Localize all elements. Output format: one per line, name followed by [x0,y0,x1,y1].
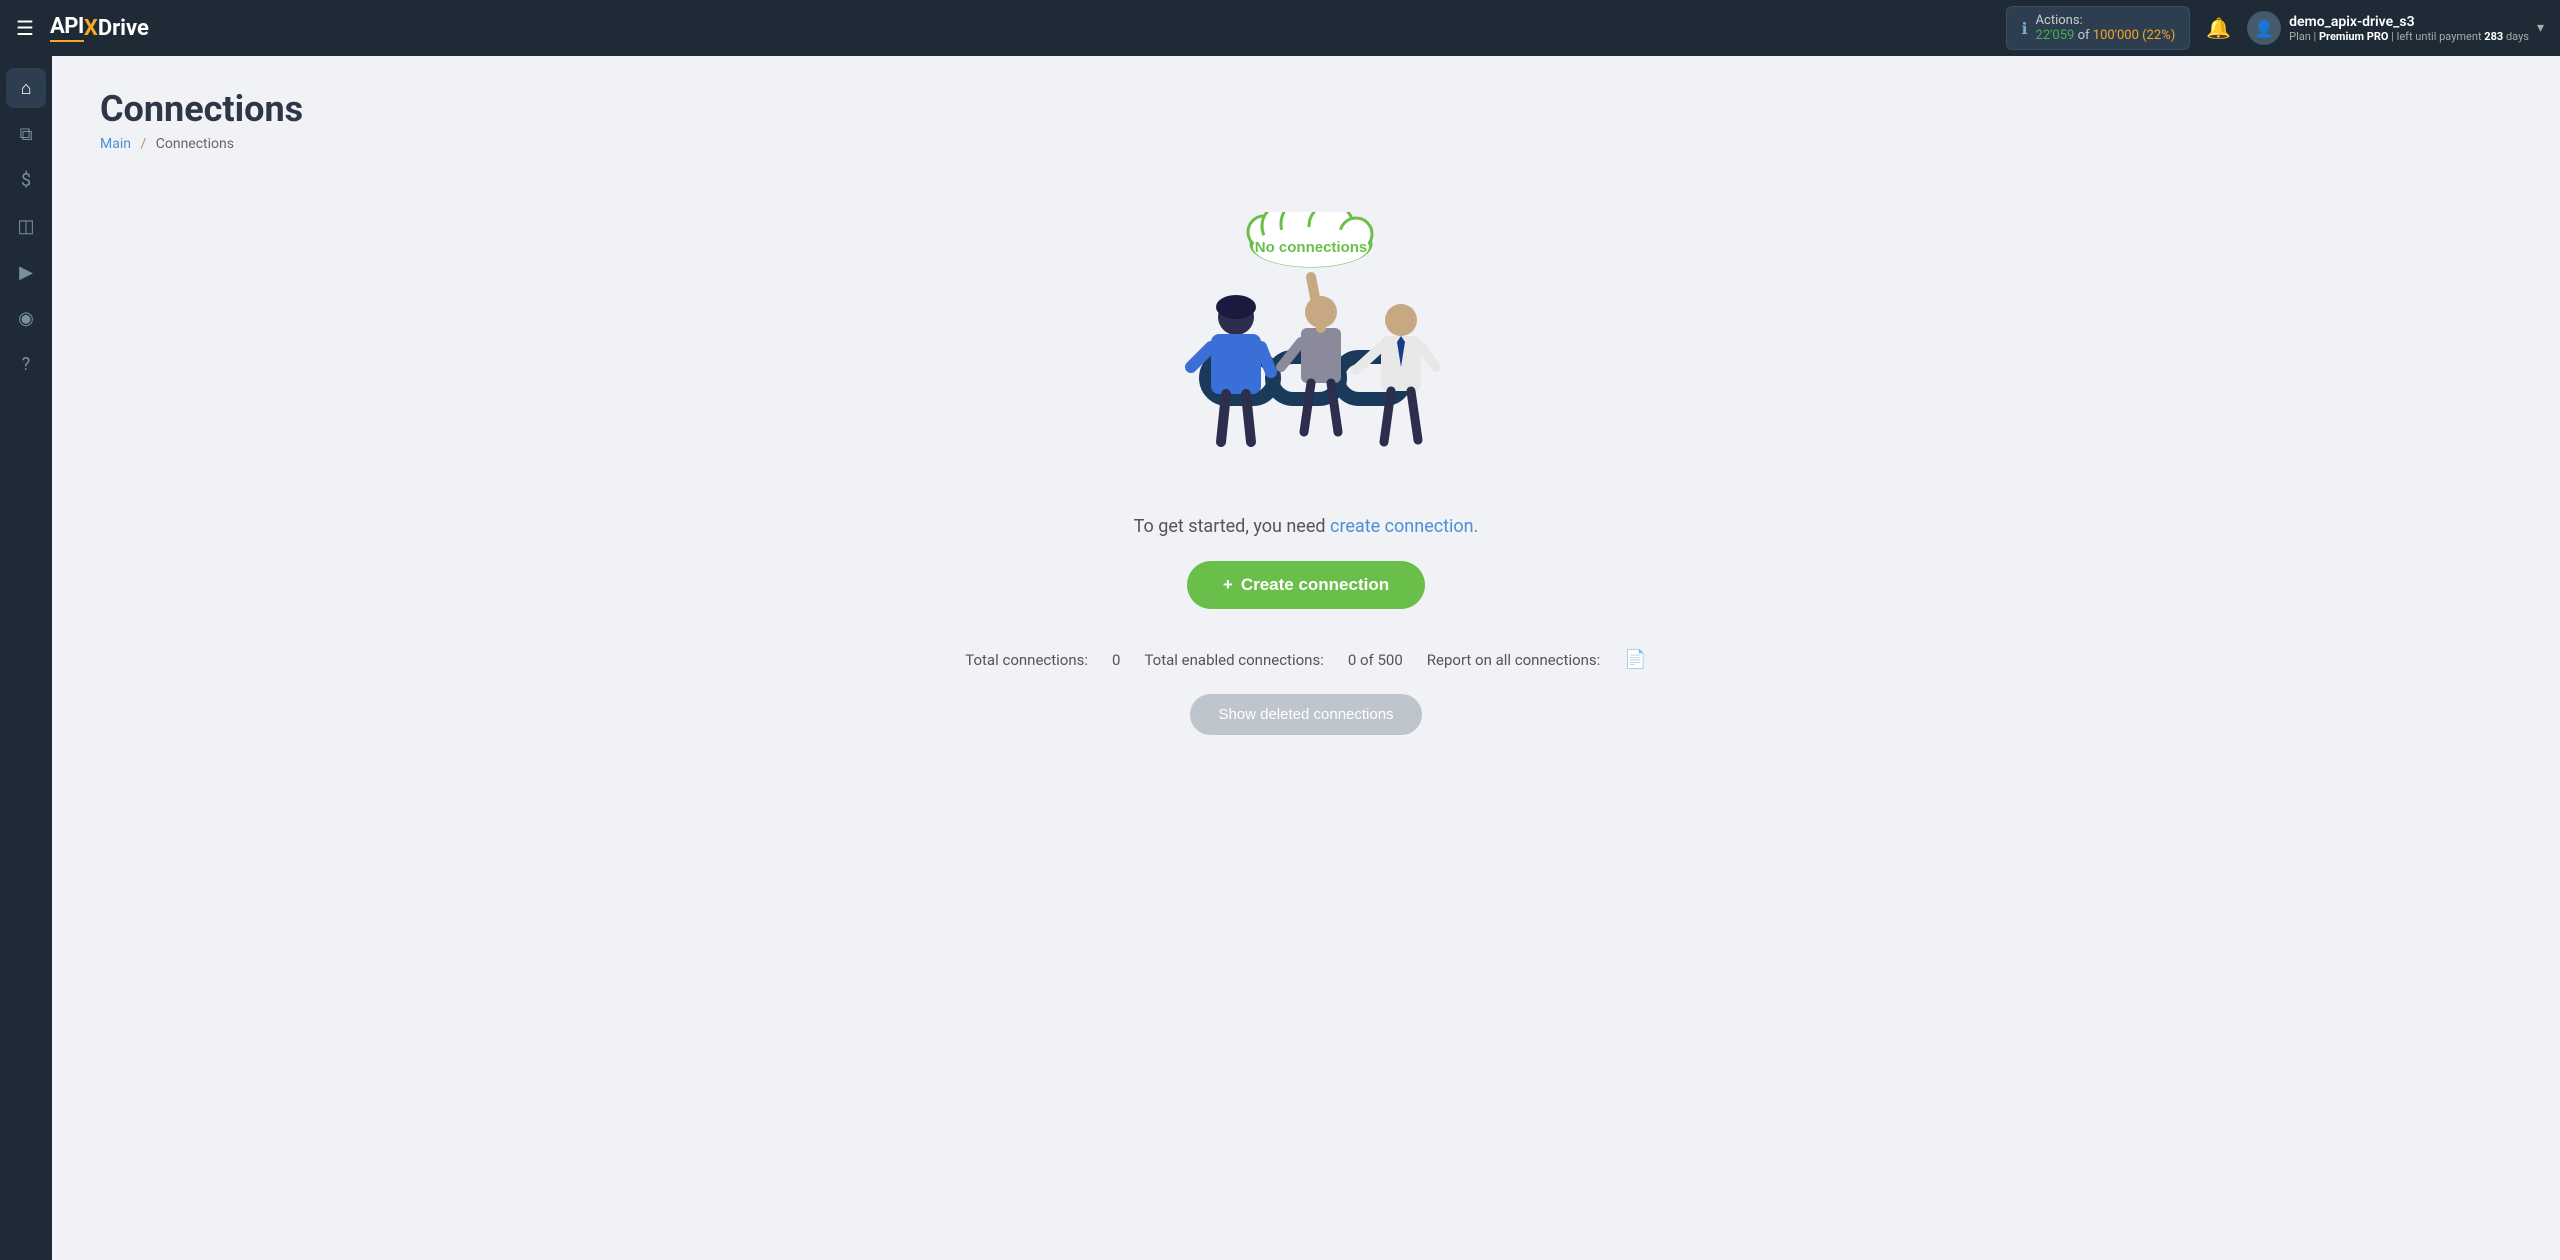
top-navigation: ☰ APIXDrive ℹ Actions: 22'059 of 100'000… [0,0,2560,56]
show-deleted-connections-button[interactable]: Show deleted connections [1190,694,1421,735]
page-title: Connections [100,88,303,130]
logo-api-text: API [50,14,84,42]
plus-icon: + [1223,575,1233,595]
create-connection-link[interactable]: create connection. [1330,516,1478,537]
sidebar-item-connections[interactable]: ⧉ [6,114,46,154]
main-layout: ⌂ ⧉ $ ◫ ▶ ◉ ? Connections Main / Connect… [0,56,2560,1260]
breadcrumb: Main / Connections [100,136,234,152]
report-icon[interactable]: 📄 [1624,649,1646,670]
total-connections-value: 0 [1112,651,1120,669]
illustration: No connections [1146,212,1466,492]
logo-x-text: X [84,16,98,41]
breadcrumb-current: Connections [156,136,234,152]
logo: APIXDrive [50,14,149,42]
sidebar: ⌂ ⧉ $ ◫ ▶ ◉ ? [0,56,52,1260]
total-enabled-label: Total enabled connections: [1144,651,1323,669]
notifications-icon[interactable]: 🔔 [2206,16,2231,40]
center-area: No connections [100,212,2512,735]
actions-text: Actions: 22'059 of 100'000 (22%) [2036,13,2176,43]
sidebar-item-billing[interactable]: $ [6,160,46,200]
sidebar-item-account[interactable]: ◉ [6,298,46,338]
sidebar-item-home[interactable]: ⌂ [6,68,46,108]
report-label: Report on all connections: [1427,651,1601,669]
get-started-text: To get started, you need create connecti… [1134,516,1479,537]
hamburger-menu[interactable]: ☰ [16,16,34,40]
user-menu[interactable]: 👤 demo_apix-drive_s3 Plan | Premium PRO … [2247,11,2544,45]
sidebar-item-video[interactable]: ▶ [6,252,46,292]
create-connection-button[interactable]: + Create connection [1187,561,1425,609]
breadcrumb-main-link[interactable]: Main [100,136,131,152]
sidebar-item-services[interactable]: ◫ [6,206,46,246]
total-connections-label: Total connections: [965,651,1088,669]
breadcrumb-separator: / [140,136,146,152]
total-enabled-value: 0 of 500 [1348,651,1403,669]
svg-text:No connections: No connections [1255,239,1368,256]
actions-badge[interactable]: ℹ Actions: 22'059 of 100'000 (22%) [2006,6,2190,50]
main-content: Connections Main / Connections No connec… [52,56,2560,1260]
sidebar-item-help[interactable]: ? [6,344,46,384]
logo-drive-text: Drive [98,16,149,41]
user-name: demo_apix-drive_s3 [2289,14,2529,30]
stats-row: Total connections: 0 Total enabled conne… [965,649,1646,670]
user-plan: Plan | Premium PRO | left until payment … [2289,30,2529,43]
create-connection-label: Create connection [1241,575,1389,595]
avatar: 👤 [2247,11,2281,45]
info-icon: ℹ [2021,19,2027,38]
user-info: demo_apix-drive_s3 Plan | Premium PRO | … [2289,14,2529,43]
chevron-down-icon: ▾ [2537,20,2544,36]
